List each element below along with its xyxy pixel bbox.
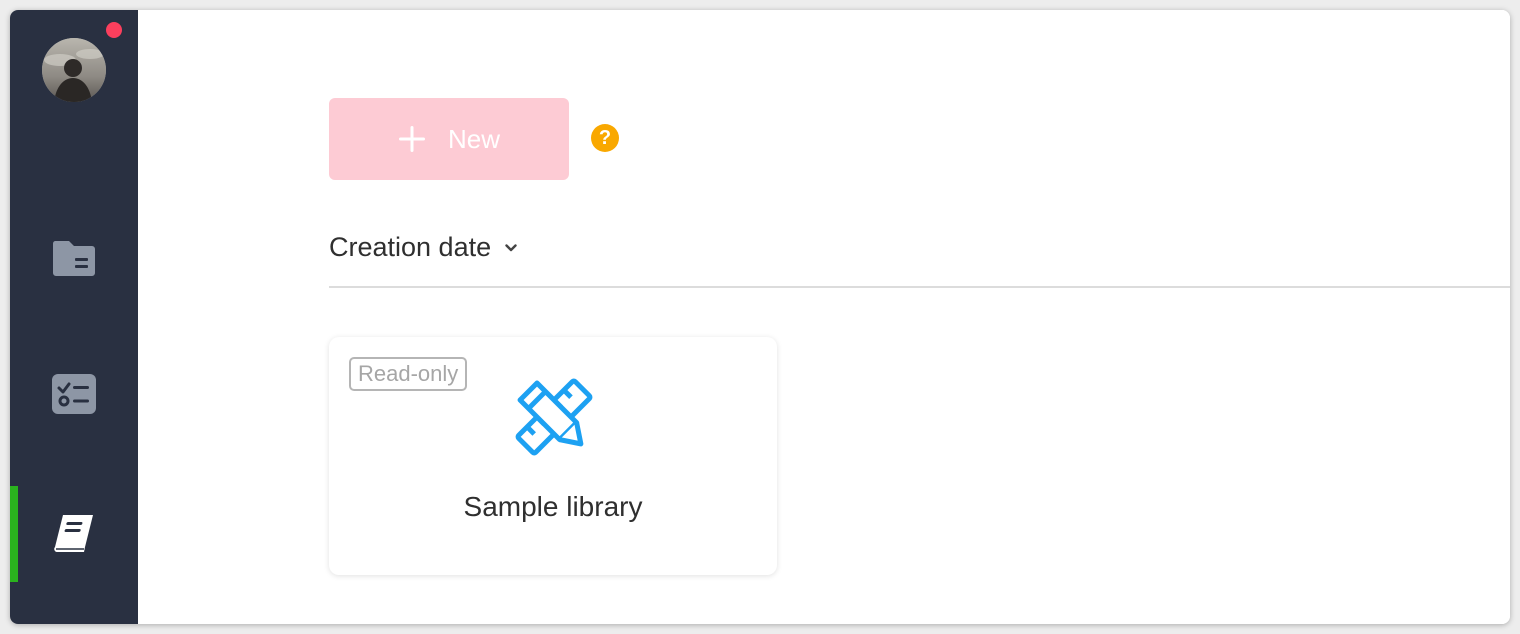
card-title: Sample library bbox=[463, 491, 643, 522]
book-icon bbox=[54, 515, 93, 552]
nav-item-documents[interactable] bbox=[10, 210, 138, 306]
new-button-label: New bbox=[447, 123, 500, 154]
library-card[interactable]: Read-only Sample library bbox=[329, 337, 777, 575]
new-button[interactable]: New bbox=[329, 98, 569, 180]
folder-icon bbox=[52, 241, 95, 276]
nav-item-library[interactable] bbox=[10, 486, 138, 582]
app-window: New ? Creation date Read-only Sample lib… bbox=[10, 10, 1510, 624]
plus-icon bbox=[398, 125, 426, 153]
checklist-icon bbox=[52, 374, 96, 414]
sort-label: Creation date bbox=[329, 232, 492, 262]
help-icon[interactable]: ? bbox=[591, 124, 619, 152]
avatar-image bbox=[42, 38, 106, 102]
chevron-down-icon bbox=[505, 243, 517, 252]
divider bbox=[329, 286, 1510, 288]
main-content: New ? Creation date Read-only Sample lib… bbox=[138, 10, 1510, 624]
notification-dot bbox=[106, 22, 122, 38]
nav-item-tasks[interactable] bbox=[10, 346, 138, 442]
sidebar bbox=[10, 10, 138, 624]
pencil-ruler-icon bbox=[512, 375, 596, 464]
sort-dropdown[interactable]: Creation date bbox=[329, 232, 517, 263]
read-only-badge: Read-only bbox=[349, 357, 468, 391]
user-avatar[interactable] bbox=[42, 38, 106, 102]
